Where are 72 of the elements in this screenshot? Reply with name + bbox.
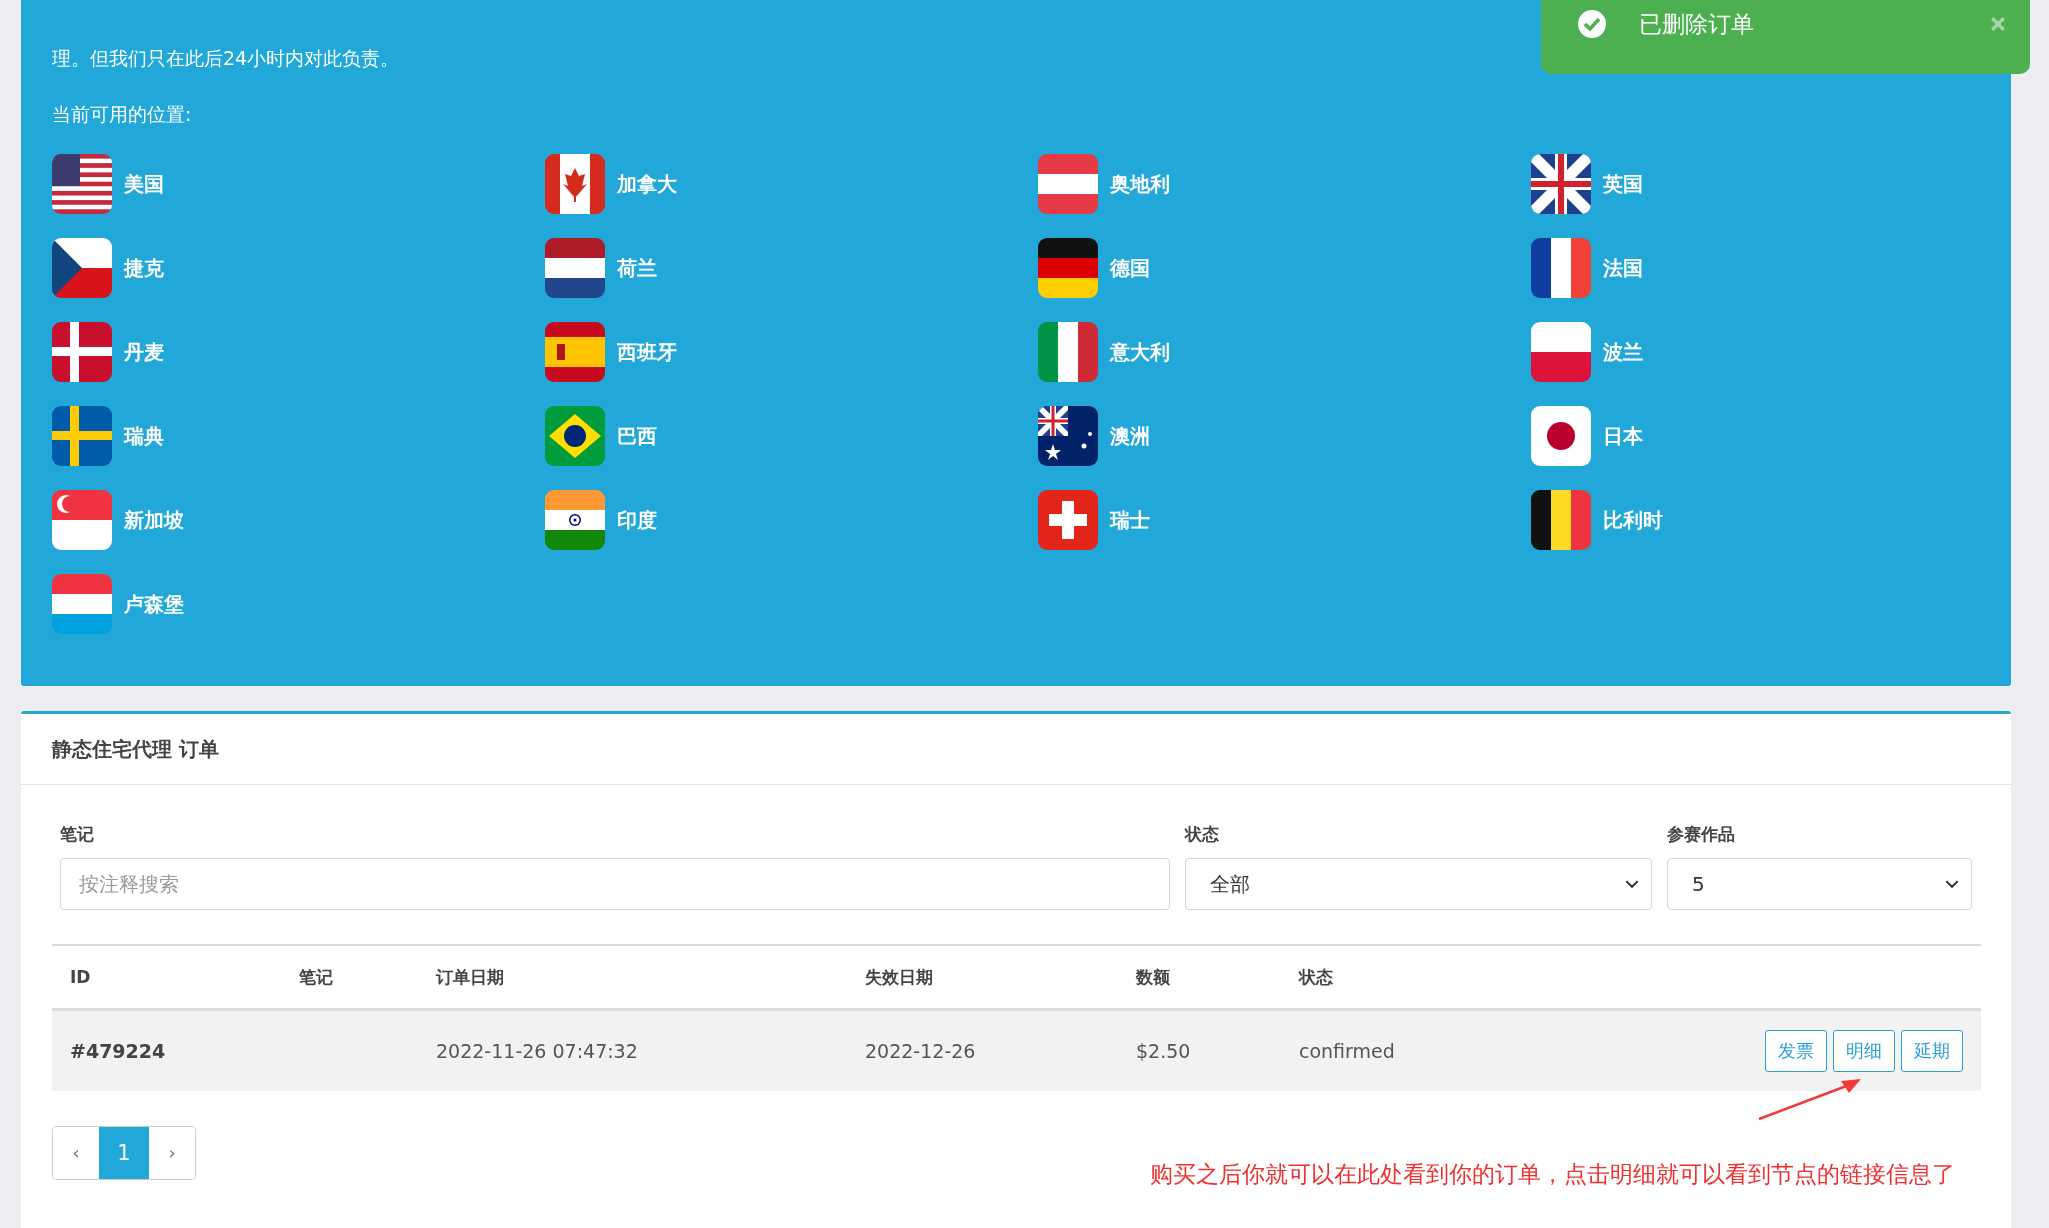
flag-icon — [52, 574, 112, 634]
flag-icon — [1038, 490, 1098, 550]
action-button[interactable]: 发票 — [1765, 1030, 1827, 1072]
column-header: ID — [69, 967, 92, 987]
flag-icon — [1038, 154, 1098, 214]
location-name[interactable]: 卢森堡 — [124, 590, 184, 618]
card-title: 静态住宅代理 订单 — [52, 735, 219, 763]
flag-icon — [545, 238, 605, 298]
location-name[interactable]: 波兰 — [1603, 338, 1643, 366]
locations-label: 当前可用的位置: — [52, 102, 193, 127]
annotation-text: 购买之后你就可以在此处看到你的订单，点击明细就可以看到节点的链接信息了 — [1150, 1160, 1955, 1189]
location-name[interactable]: 法国 — [1603, 254, 1643, 282]
filter-label: 参赛作品 — [1667, 823, 1736, 846]
action-button[interactable]: 延期 — [1901, 1030, 1963, 1072]
flag-icon — [52, 322, 112, 382]
location-name[interactable]: 瑞士 — [1110, 506, 1150, 534]
flag-icon — [545, 322, 605, 382]
flag-icon — [1531, 406, 1591, 466]
filter-label: 笔记 — [60, 823, 95, 846]
flag-icon — [1531, 490, 1591, 550]
location-name[interactable]: 美国 — [124, 170, 164, 198]
location-name[interactable]: 加拿大 — [617, 170, 677, 198]
column-header: 笔记 — [298, 965, 334, 989]
search-field[interactable]: 按注释搜索 — [60, 858, 1170, 910]
location-name[interactable]: 日本 — [1603, 422, 1643, 450]
page-button[interactable]: 1 — [99, 1126, 149, 1179]
location-name[interactable]: 丹麦 — [124, 338, 164, 366]
flag-icon — [545, 154, 605, 214]
location-name[interactable]: 新加坡 — [124, 506, 184, 534]
table-cell-text: #479224 — [69, 1040, 167, 1062]
column-header: 失效日期 — [864, 965, 934, 989]
table-cell-text: $2.50 — [1135, 1040, 1192, 1062]
location-name[interactable]: 西班牙 — [617, 338, 677, 366]
flag-icon — [1531, 154, 1591, 214]
intro-text: 理。但我们只在此后24小时内对此负责。 — [52, 46, 401, 71]
table-cell-text: confirmed — [1298, 1040, 1396, 1062]
flag-icon — [1531, 238, 1591, 298]
location-name[interactable]: 印度 — [617, 506, 657, 534]
location-name[interactable]: 捷克 — [124, 254, 164, 282]
location-name[interactable]: 巴西 — [617, 422, 657, 450]
flag-icon — [52, 406, 112, 466]
flag-icon — [545, 406, 605, 466]
dropdown[interactable]: 5 — [1667, 858, 1972, 910]
location-name[interactable]: 荷兰 — [617, 254, 657, 282]
flag-icon — [545, 490, 605, 550]
location-name[interactable]: 比利时 — [1603, 506, 1663, 534]
close-icon[interactable] — [1990, 16, 2006, 32]
flag-icon — [52, 490, 112, 550]
table-cell-text: 2022-12-26 — [864, 1040, 977, 1062]
chevron-down-icon — [1945, 879, 1959, 889]
flag-icon — [1531, 322, 1591, 382]
location-name[interactable]: 德国 — [1110, 254, 1150, 282]
flag-icon — [1038, 322, 1098, 382]
check-icon — [1577, 9, 1607, 39]
location-name[interactable]: 意大利 — [1110, 338, 1170, 366]
location-name[interactable]: 英国 — [1603, 170, 1643, 198]
action-button[interactable]: 明细 — [1833, 1030, 1895, 1072]
flag-icon — [1038, 406, 1098, 466]
chevron-down-icon — [1625, 879, 1639, 889]
toast-message: 已删除订单 — [1639, 9, 1755, 39]
table-cell-text: 2022-11-26 07:47:32 — [435, 1040, 639, 1062]
flag-icon — [52, 238, 112, 298]
column-header: 订单日期 — [434, 965, 505, 989]
filter-label: 状态 — [1185, 823, 1220, 846]
flag-icon — [1038, 238, 1098, 298]
flag-icon — [52, 154, 112, 214]
column-header: 数额 — [1135, 965, 1171, 989]
column-header: 状态 — [1297, 965, 1334, 989]
location-name[interactable]: 澳洲 — [1110, 422, 1150, 450]
dropdown[interactable]: 全部 — [1185, 858, 1652, 910]
location-name[interactable]: 瑞典 — [124, 422, 164, 450]
location-name[interactable]: 奥地利 — [1110, 170, 1170, 198]
